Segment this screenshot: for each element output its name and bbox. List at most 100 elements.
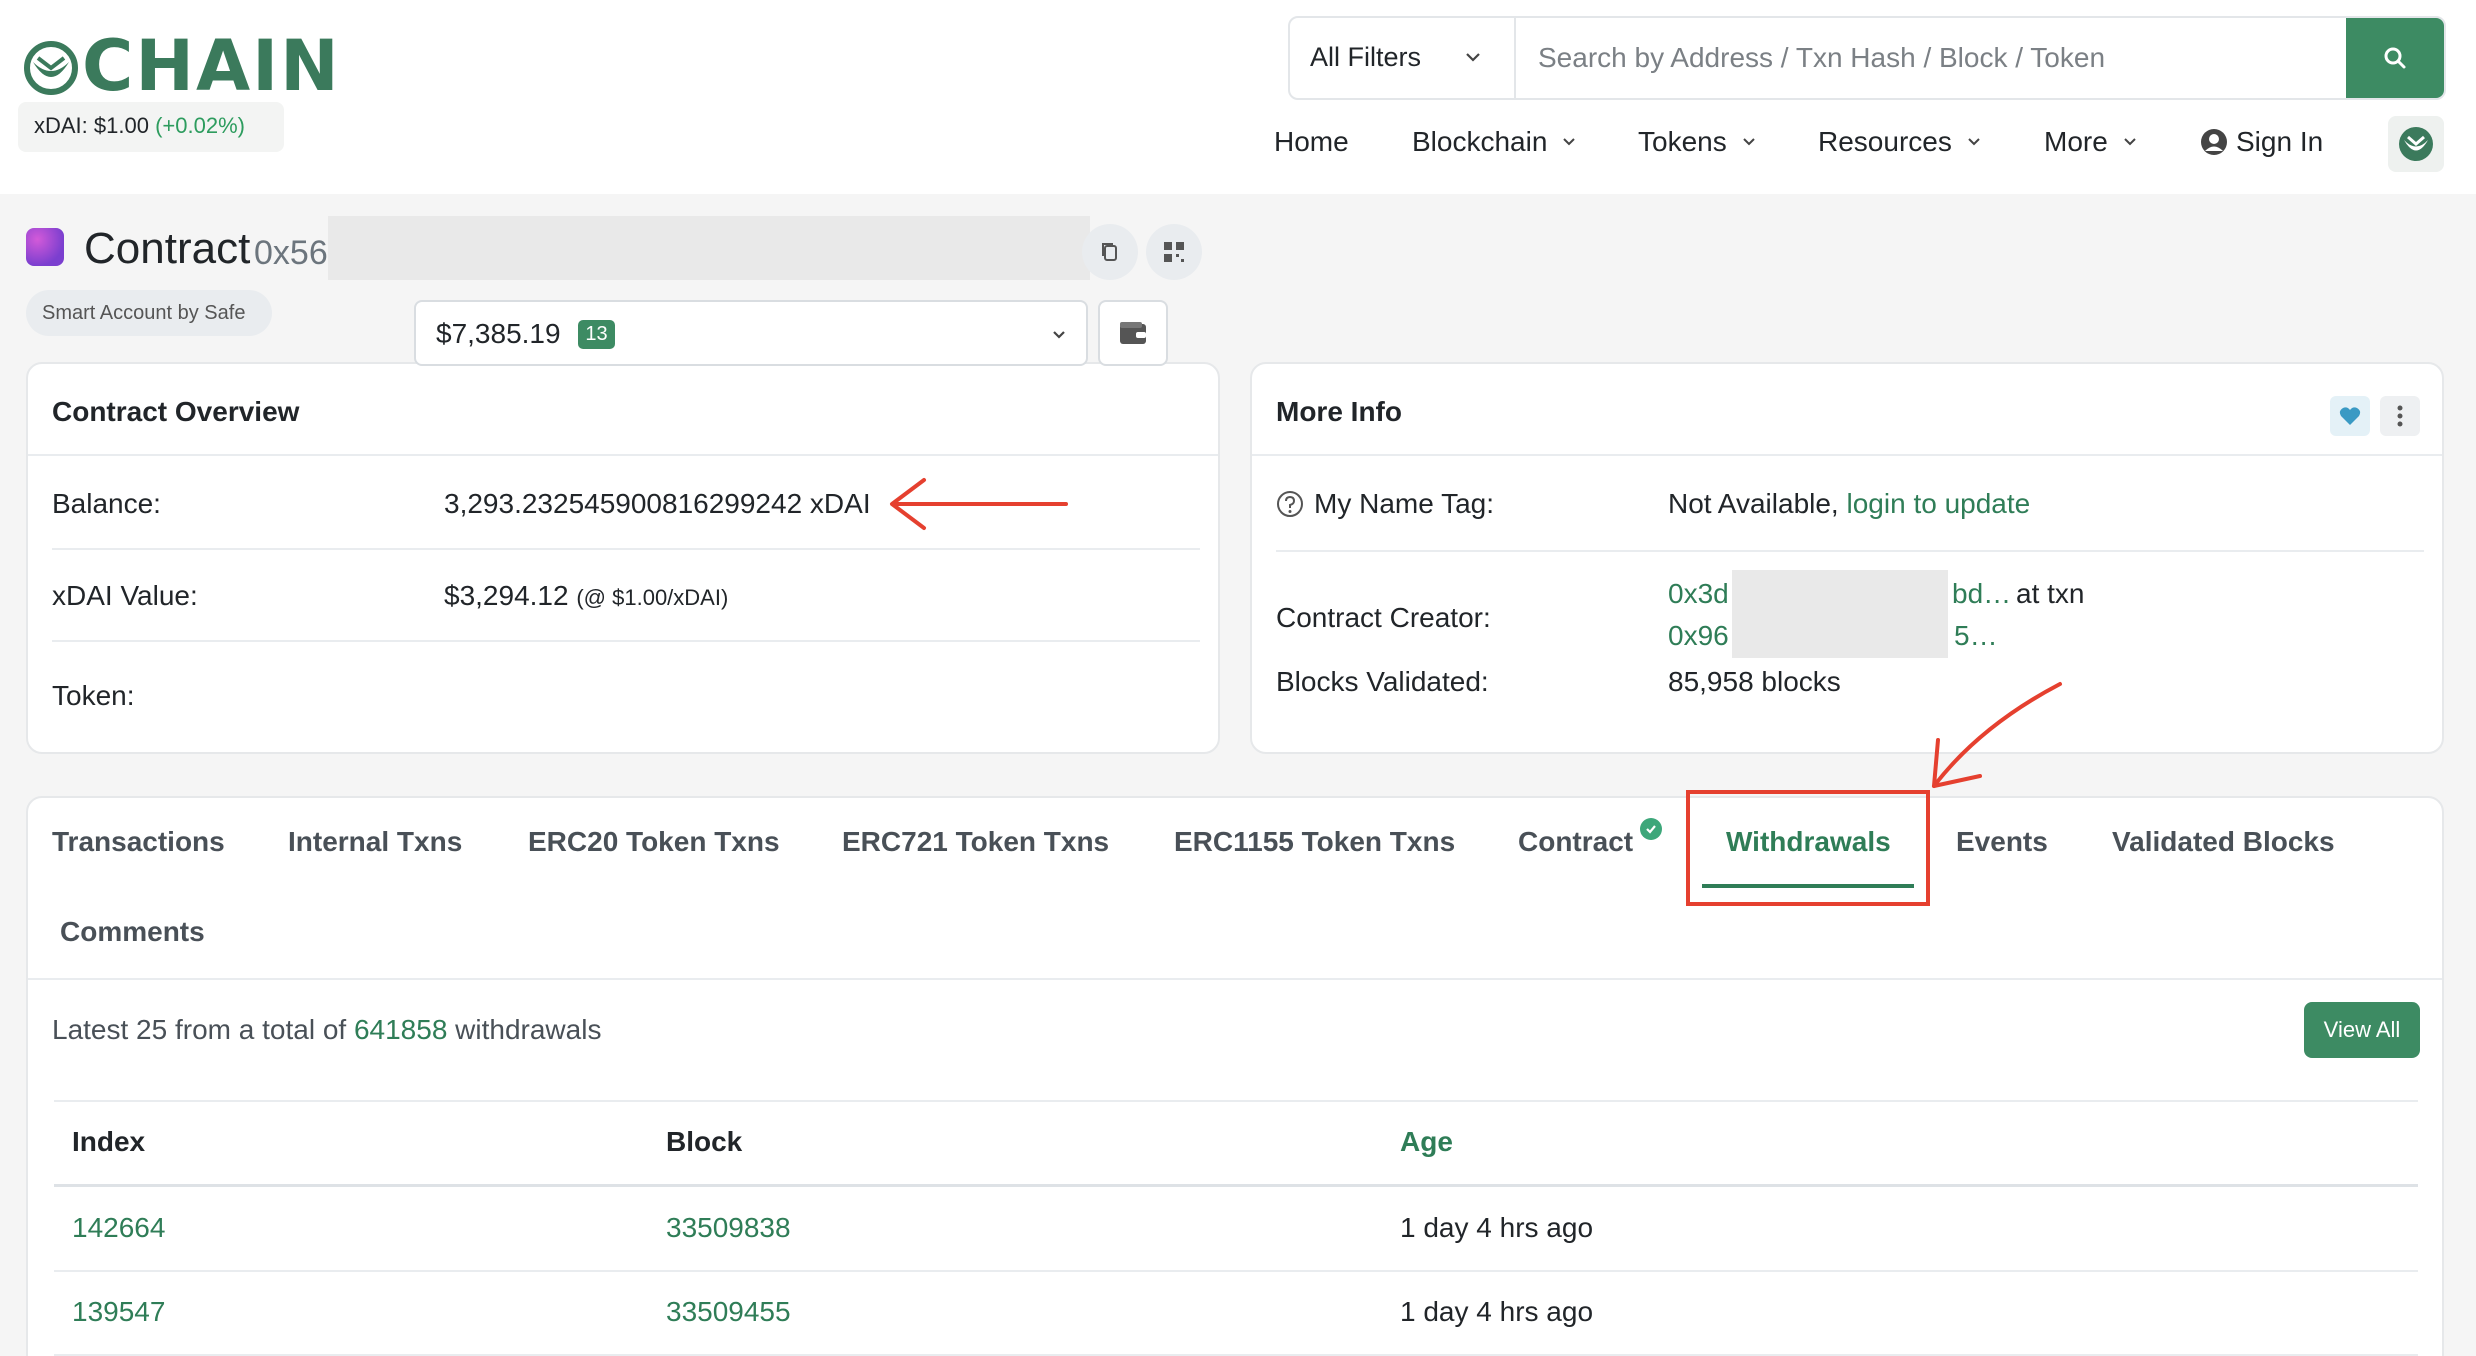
nav-home[interactable]: Home [1274,126,1349,158]
nav-tokens[interactable]: Tokens [1638,126,1757,158]
tab-erc721-token-txns[interactable]: ERC721 Token Txns [842,826,1109,858]
tab-comments[interactable]: Comments [60,916,205,948]
nav-resources[interactable]: Resources [1818,126,1982,158]
main-nav: Home Blockchain Tokens Resources More Si… [0,126,2476,166]
annotation-arrow-icon [1932,682,2062,788]
xdai-value: $3,294.12 (@ $1.00/xDAI) [444,580,728,612]
row-index-link[interactable]: 142664 [72,1212,165,1244]
chevron-down-icon [1466,53,1480,62]
filter-dropdown[interactable]: All Filters [1290,18,1516,98]
qr-code-button[interactable] [1146,224,1202,280]
chevron-down-icon [1968,138,1980,146]
divider [52,640,1200,642]
tab-contract[interactable]: Contract [1518,826,1633,858]
user-circle-icon [2201,129,2227,155]
redacted-creator [1732,570,1948,658]
search-bar: All Filters [1288,16,2446,100]
row-block-link[interactable]: 33509455 [666,1296,791,1328]
divider [54,1270,2418,1272]
column-header-block: Block [666,1126,743,1157]
divider [1276,550,2424,552]
more-info-card: More Info My Name Tag: Not Available, lo… [1250,362,2444,754]
contract-address[interactable]: 0x56 [254,234,328,273]
qr-code-icon [1164,242,1184,262]
tab-erc20-token-txns[interactable]: ERC20 Token Txns [528,826,780,858]
nav-tokens-label: Tokens [1638,126,1727,157]
favorite-button[interactable] [2330,396,2370,436]
heart-icon [2339,407,2361,425]
logo-wordmark: CHAIN [82,25,341,107]
tab-transactions[interactable]: Transactions [52,826,225,858]
site-logo[interactable]: CHAIN [24,25,341,107]
copy-address-button[interactable] [1082,224,1138,280]
nav-blockchain[interactable]: Blockchain [1412,126,1577,158]
login-to-update-link[interactable]: login to update [1847,488,2031,519]
column-header-index: Index [72,1126,146,1157]
column-header-age[interactable]: Age [1400,1126,1453,1158]
divider [54,1184,2418,1187]
nav-blockchain-label: Blockchain [1412,126,1548,157]
balance-label: Balance: [52,488,161,519]
safe-account-badge[interactable]: Smart Account by Safe [26,290,272,336]
divider [28,978,2442,980]
withdrawals-panel [26,796,2444,1356]
tab-validated-blocks[interactable]: Validated Blocks [2112,826,2335,858]
creator-address-end[interactable]: bd… [1952,578,2011,610]
xdai-value-rate: (@ $1.00/xDAI) [576,585,729,610]
owl-logo-icon [2399,127,2433,161]
row-index-link[interactable]: 139547 [72,1296,165,1328]
nav-more-label: More [2044,126,2108,157]
more-info-title: More Info [1252,364,2442,456]
chevron-down-icon [2124,138,2136,146]
search-input[interactable] [1538,38,2318,78]
kebab-icon [2397,405,2403,427]
creator-at-txn: at txn [2016,578,2085,609]
filter-dropdown-label: All Filters [1310,42,1422,72]
divider [54,1100,2418,1102]
token-holdings-dropdown[interactable]: $7,385.19 13 [414,300,1088,366]
nav-more[interactable]: More [2044,126,2138,158]
network-switch-button[interactable] [2388,116,2444,172]
creator-address-link[interactable]: 0x3d [1668,578,1729,610]
tab-erc1155-token-txns[interactable]: ERC1155 Token Txns [1174,826,1455,858]
summary-prefix: Latest 25 from a total of [52,1014,347,1045]
token-value: $7,385.19 [436,318,561,349]
blocks-validated-value: 85,958 blocks [1668,666,1841,697]
contract-heading: Contract 0x56 [26,216,1226,280]
xdai-value-amount: $3,294.12 [444,580,569,611]
nav-resources-label: Resources [1818,126,1952,157]
annotation-arrow-icon [890,478,1068,530]
balance-value: 3,293.232545900816299242 xDAI [444,488,871,519]
token-label: Token: [52,680,135,711]
owl-logo-icon [24,41,78,95]
contract-avatar [26,228,64,266]
sign-in-link[interactable]: Sign In [2200,126,2323,158]
withdrawals-total-link[interactable]: 641858 [354,1014,447,1045]
contract-creator-label: Contract Creator: [1276,602,1491,633]
row-age: 1 day 4 hrs ago [1400,1212,1594,1243]
creator-txn-end[interactable]: 5… [1954,620,1998,652]
wallet-icon [1120,322,1146,344]
search-button[interactable] [2346,18,2444,98]
wallet-button[interactable] [1098,300,1168,366]
help-circle-icon[interactable] [1276,490,1304,518]
blocks-validated-label: Blocks Validated: [1276,666,1489,697]
row-age: 1 day 4 hrs ago [1400,1296,1594,1327]
tab-internal-txns[interactable]: Internal Txns [288,826,462,858]
search-icon [2384,47,2406,69]
tab-events[interactable]: Events [1956,826,2048,858]
contract-overview-title: Contract Overview [28,364,1218,456]
divider [52,548,1200,550]
redacted-address [328,216,1090,280]
creator-txn-link[interactable]: 0x96 [1668,620,1729,652]
nav-home-label: Home [1274,126,1349,157]
more-options-button[interactable] [2380,396,2420,436]
name-tag-status: Not Available, [1668,488,1839,519]
copy-icon [1102,243,1117,261]
contract-title: Contract [84,224,251,273]
row-block-link[interactable]: 33509838 [666,1212,791,1244]
xdai-value-label: xDAI Value: [52,580,198,611]
name-tag-label: My Name Tag: [1314,488,1494,519]
view-all-button[interactable]: View All [2304,1002,2420,1058]
summary-suffix: withdrawals [455,1014,602,1045]
